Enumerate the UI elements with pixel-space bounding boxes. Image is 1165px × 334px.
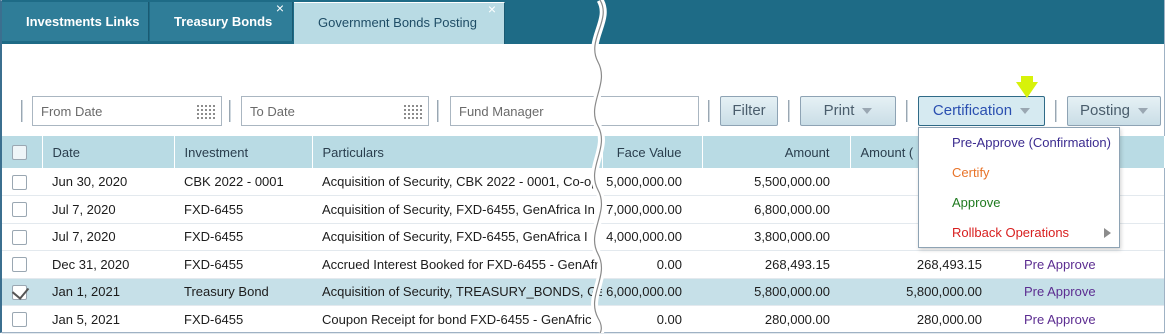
cell-amount: 5,800,000.00 — [754, 284, 830, 300]
select-all-cell[interactable] — [2, 136, 43, 168]
cell-investment: FXD-6455 — [184, 256, 244, 272]
cell-investment: Treasury Bond — [184, 284, 269, 300]
cell-amount: 6,800,000.00 — [754, 201, 830, 217]
menu-item-certify[interactable]: Certify — [919, 158, 1119, 188]
cell-date: Jul 7, 2020 — [52, 229, 116, 245]
row-checkbox[interactable] — [12, 202, 27, 218]
cell-checkbox[interactable] — [2, 223, 42, 251]
cell-particulars: Coupon Receipt for bond FXD-6455 - GenAf… — [322, 311, 592, 327]
cell-date: Jul 7, 2020 — [52, 201, 116, 217]
cell-status: Pre Approve — [1024, 311, 1096, 327]
from-date-field[interactable] — [32, 96, 222, 126]
row-checkbox[interactable] — [12, 312, 27, 328]
menu-item-label: Approve — [952, 195, 1001, 210]
menu-item-label: Certify — [952, 165, 990, 180]
print-button[interactable]: Print — [800, 96, 896, 126]
toolbar-divider — [788, 100, 790, 122]
cell-status: Pre Approve — [1024, 284, 1096, 300]
cell-amount-2: 280,000.00 — [916, 311, 982, 327]
cell-investment: FXD-6455 — [184, 229, 244, 245]
menu-item-label: Pre-Approve (Confirmation) — [952, 135, 1111, 150]
chevron-down-icon — [1020, 108, 1031, 115]
toolbar-divider — [437, 100, 439, 122]
from-date-input[interactable] — [33, 97, 221, 125]
print-label: Print — [823, 102, 855, 119]
column-header-investment[interactable]: Investment — [174, 136, 313, 168]
torn-edge-divider — [591, 0, 607, 333]
menu-item-approve[interactable]: Approve — [919, 188, 1119, 218]
to-date-input[interactable] — [242, 97, 428, 125]
toolbar-divider — [1055, 100, 1057, 122]
close-icon[interactable]: × — [276, 0, 284, 28]
close-icon[interactable]: × — [488, 0, 496, 29]
certification-dropdown-menu: Pre-Approve (Confirmation) Certify Appro… — [918, 127, 1120, 248]
highlight-arrow-icon — [1016, 82, 1038, 98]
cell-particulars: Acquisition of Security, TREASURY_BONDS,… — [322, 284, 602, 300]
posting-label: Posting — [1079, 102, 1131, 119]
cell-amount-2: 5,800,000.00 — [906, 284, 982, 300]
filter-label: Filter — [732, 102, 766, 119]
row-checkbox[interactable] — [12, 257, 27, 273]
cell-particulars: Accrued Interest Booked for FXD-6455 - G… — [322, 256, 602, 272]
menu-item-label: Rollback Operations — [952, 225, 1070, 240]
toolbar-divider — [229, 100, 231, 122]
column-header-date[interactable]: Date — [42, 136, 175, 168]
certification-label: Certification — [932, 102, 1013, 119]
calendar-icon[interactable] — [404, 103, 422, 119]
to-date-field[interactable] — [241, 96, 429, 126]
submenu-arrow-icon — [1104, 228, 1111, 238]
cell-investment: FXD-6455 — [184, 311, 244, 327]
cell-date: Dec 31, 2020 — [52, 256, 130, 272]
row-checkbox[interactable] — [12, 229, 27, 245]
row-checkbox[interactable] — [12, 284, 27, 300]
menu-item-rollback-operations[interactable]: Rollback Operations — [919, 218, 1119, 248]
toolbar-divider — [906, 100, 908, 122]
cell-investment: FXD-6455 — [184, 201, 244, 217]
cell-particulars: Acquisition of Security, FXD-6455, GenAf… — [322, 201, 595, 217]
cell-date: Jun 30, 2020 — [52, 174, 128, 189]
tab-label: Government Bonds Posting — [318, 15, 477, 30]
tab-label: Treasury Bonds — [174, 14, 273, 29]
cell-investment: CBK 2022 - 0001 — [184, 174, 284, 189]
certification-button[interactable]: Certification — [918, 96, 1045, 126]
fund-manager-input[interactable] — [451, 97, 698, 125]
cell-date: Jan 1, 2021 — [52, 284, 120, 300]
toolbar-divider — [708, 100, 710, 122]
cell-date: Jan 5, 2021 — [52, 311, 120, 327]
cell-checkbox[interactable] — [2, 196, 42, 224]
cell-checkbox[interactable] — [2, 168, 42, 196]
menu-item-pre-approve[interactable]: Pre-Approve (Confirmation) — [919, 128, 1119, 158]
cell-amount: 280,000.00 — [764, 311, 830, 327]
cell-checkbox[interactable] — [2, 278, 42, 306]
row-checkbox[interactable] — [12, 174, 27, 190]
chevron-down-icon — [1138, 108, 1149, 115]
calendar-icon[interactable] — [197, 103, 215, 119]
cell-amount-2: 268,493.15 — [916, 256, 982, 272]
cell-particulars: Acquisition of Security, CBK 2022 - 0001… — [322, 174, 602, 189]
cell-status: Pre Approve — [1024, 256, 1096, 272]
tab-investments-links[interactable]: Investments Links — [2, 2, 149, 41]
cell-particulars: Acquisition of Security, FXD-6455, GenAf… — [322, 229, 588, 245]
toolbar-divider — [21, 100, 23, 122]
cell-checkbox[interactable] — [2, 251, 42, 279]
column-header-particulars[interactable]: Particulars — [312, 136, 603, 168]
tab-government-bonds-posting[interactable]: Government Bonds Posting × — [294, 0, 505, 44]
tab-treasury-bonds[interactable]: Treasury Bonds × — [150, 0, 293, 41]
cell-checkbox[interactable] — [2, 306, 42, 334]
cell-amount: 3,800,000.00 — [754, 229, 830, 245]
filter-button[interactable]: Filter — [720, 96, 778, 126]
chevron-down-icon — [862, 108, 873, 115]
fund-manager-field[interactable] — [450, 96, 699, 126]
select-all-checkbox[interactable] — [12, 145, 27, 161]
tab-label: Investments Links — [26, 14, 140, 29]
cell-amount: 268,493.15 — [764, 256, 830, 272]
posting-button[interactable]: Posting — [1067, 96, 1161, 126]
column-header-amount[interactable]: Amount — [702, 136, 851, 168]
cell-amount: 5,500,000.00 — [754, 174, 830, 189]
